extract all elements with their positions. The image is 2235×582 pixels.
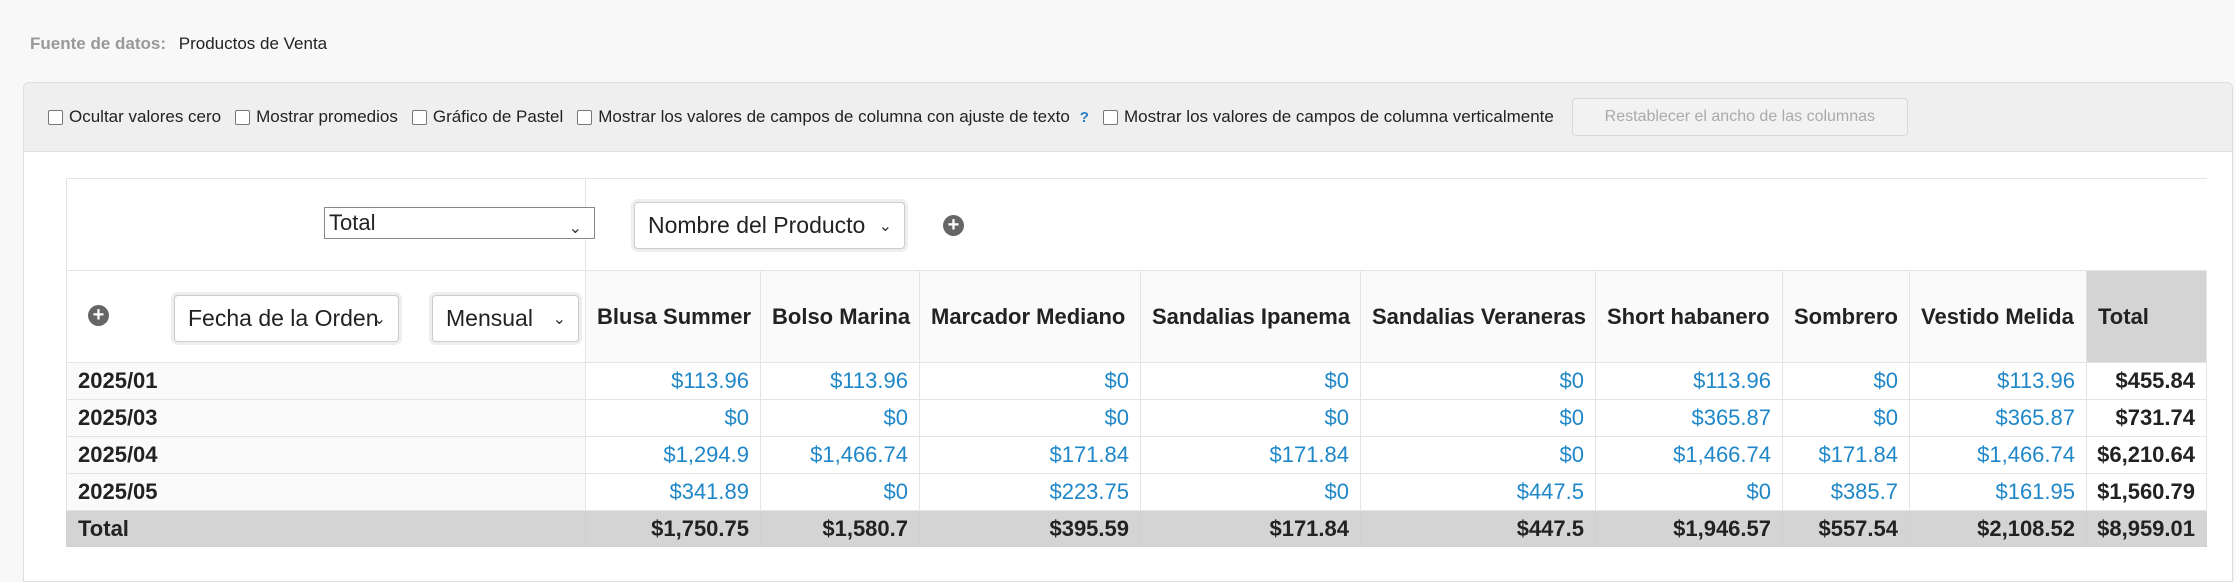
value-cell[interactable]: $171.84 — [1140, 436, 1361, 474]
value-cell[interactable]: $0 — [585, 399, 761, 437]
value-cell[interactable]: $113.96 — [1909, 362, 2087, 400]
value-cell[interactable]: $171.84 — [1782, 436, 1910, 474]
value-cell[interactable]: $1,294.9 — [585, 436, 761, 474]
column-header[interactable]: Vestido Melida — [1909, 270, 2087, 363]
vertical-values-option[interactable]: Mostrar los valores de campos de columna… — [1102, 107, 1554, 127]
value-cell[interactable]: $0 — [1595, 473, 1783, 511]
table-row: 2025/01 $113.96 $113.96 $0 $0 $0 $113.96 $0 $113… — [66, 362, 2207, 400]
value-cell[interactable]: $113.96 — [1595, 362, 1783, 400]
value-cell[interactable]: $1,466.74 — [1909, 436, 2087, 474]
table-row: 2025/03 $0 $0 $0 $0 $0 $365.87 $0 $365.87 $731.74 — [66, 399, 2207, 437]
value-cell[interactable]: $385.7 — [1782, 473, 1910, 511]
column-total-cell: $395.59 — [919, 510, 1141, 547]
value-cell[interactable]: $0 — [1782, 362, 1910, 400]
value-cell[interactable]: $0 — [1360, 399, 1596, 437]
value-cell[interactable]: $365.87 — [1595, 399, 1783, 437]
value-cell[interactable]: $1,466.74 — [1595, 436, 1783, 474]
value-cell[interactable]: $0 — [760, 399, 920, 437]
pivot-toolbar: Ocultar valores cero Mostrar promedios G… — [24, 83, 2232, 152]
chevron-down-icon: ⌄ — [568, 220, 582, 237]
measure-select[interactable]: Total ⌄ — [324, 207, 595, 239]
value-cell[interactable]: $0 — [919, 399, 1141, 437]
value-cell[interactable]: $0 — [919, 362, 1141, 400]
column-header[interactable]: Short habanero — [1595, 270, 1783, 363]
wrap-text-option[interactable]: Mostrar los valores de campos de columna… — [577, 107, 1089, 127]
total-row: Total $1,750.75 $1,580.7 $395.59 $171.84 $447… — [66, 510, 2207, 547]
row-total-cell: $6,210.64 — [2086, 436, 2207, 474]
datasource-info: Fuente de datos: Productos de Venta — [30, 34, 327, 54]
add-column-field-icon[interactable]: + — [943, 215, 964, 236]
row-label: 2025/03 — [66, 399, 586, 437]
value-cell[interactable]: $0 — [1140, 362, 1361, 400]
value-cell[interactable]: $341.89 — [585, 473, 761, 511]
chevron-down-icon: ⌄ — [372, 311, 386, 328]
table-row: 2025/04 $1,294.9 $1,466.74 $171.84 $171.84 $0… — [66, 436, 2207, 474]
value-cell[interactable]: $113.96 — [760, 362, 920, 400]
chevron-down-icon: ⌄ — [878, 218, 892, 235]
value-cell[interactable]: $0 — [760, 473, 920, 511]
row-total-cell: $731.74 — [2086, 399, 2207, 437]
help-icon[interactable]: ? — [1080, 109, 1089, 126]
column-header[interactable]: Blusa Summer — [585, 270, 761, 363]
row-label: 2025/04 — [66, 436, 586, 474]
value-cell[interactable]: $171.84 — [919, 436, 1141, 474]
value-cell[interactable]: $0 — [1360, 436, 1596, 474]
column-total-cell: $2,108.52 — [1909, 510, 2087, 547]
pie-chart-checkbox[interactable] — [411, 109, 427, 125]
value-cell[interactable]: $365.87 — [1909, 399, 2087, 437]
chevron-down-icon: ⌄ — [552, 311, 566, 328]
row-total-cell: $1,560.79 — [2086, 473, 2207, 511]
value-cell[interactable]: $161.95 — [1909, 473, 2087, 511]
column-header[interactable]: Sandalias Ipanema — [1140, 270, 1361, 363]
column-total-cell: $447.5 — [1360, 510, 1596, 547]
column-header[interactable]: Marcador Mediano — [919, 270, 1141, 363]
pivot-table-area: Blusa Summer Bolso Marina Marcador Media… — [66, 178, 2232, 581]
show-averages-option[interactable]: Mostrar promedios — [235, 107, 398, 127]
column-header[interactable]: Sombrero — [1782, 270, 1910, 363]
pie-chart-option[interactable]: Gráfico de Pastel — [411, 107, 563, 127]
row-total-cell: $455.84 — [2086, 362, 2207, 400]
column-total-cell: $171.84 — [1140, 510, 1361, 547]
row-field-select[interactable]: Fecha de la Orden ⌄ — [174, 295, 399, 342]
value-cell[interactable]: $0 — [1140, 473, 1361, 511]
period-select[interactable]: Mensual ⌄ — [432, 295, 579, 342]
hide-zero-checkbox[interactable] — [48, 109, 63, 125]
add-row-field-icon[interactable]: + — [88, 305, 109, 326]
row-label: 2025/05 — [66, 473, 586, 511]
vertical-values-checkbox[interactable] — [1102, 109, 1118, 125]
reset-column-width-button[interactable]: Restablecer el ancho de las columnas — [1571, 98, 1908, 136]
column-field-select[interactable]: Nombre del Producto ⌄ — [634, 202, 905, 249]
value-cell[interactable]: $223.75 — [919, 473, 1141, 511]
value-cell[interactable]: $0 — [1360, 362, 1596, 400]
value-cell[interactable]: $0 — [1140, 399, 1361, 437]
column-total-cell: $1,946.57 — [1595, 510, 1783, 547]
column-total-cell: $1,580.7 — [760, 510, 920, 547]
datasource-label: Fuente de datos: — [30, 34, 167, 53]
column-header[interactable]: Sandalias Veraneras — [1360, 270, 1596, 363]
wrap-text-checkbox[interactable] — [577, 109, 593, 125]
column-header[interactable]: Bolso Marina — [760, 270, 920, 363]
value-cell[interactable]: $113.96 — [585, 362, 761, 400]
value-cell[interactable]: $1,466.74 — [760, 436, 920, 474]
total-row-label: Total — [66, 510, 586, 547]
total-column-header[interactable]: Total — [2086, 270, 2207, 363]
column-total-cell: $557.54 — [1782, 510, 1910, 547]
value-cell[interactable]: $447.5 — [1360, 473, 1596, 511]
grand-total-cell: $8,959.01 — [2086, 510, 2207, 547]
hide-zero-option[interactable]: Ocultar valores cero — [48, 107, 221, 127]
row-label: 2025/01 — [66, 362, 586, 400]
value-cell[interactable]: $0 — [1782, 399, 1910, 437]
datasource-value: Productos de Venta — [178, 34, 328, 53]
pivot-panel: Ocultar valores cero Mostrar promedios G… — [23, 82, 2233, 582]
column-total-cell: $1,750.75 — [585, 510, 761, 547]
show-averages-checkbox[interactable] — [235, 109, 251, 125]
table-row: 2025/05 $341.89 $0 $223.75 $0 $447.5 $0 $385.7 $… — [66, 473, 2207, 511]
